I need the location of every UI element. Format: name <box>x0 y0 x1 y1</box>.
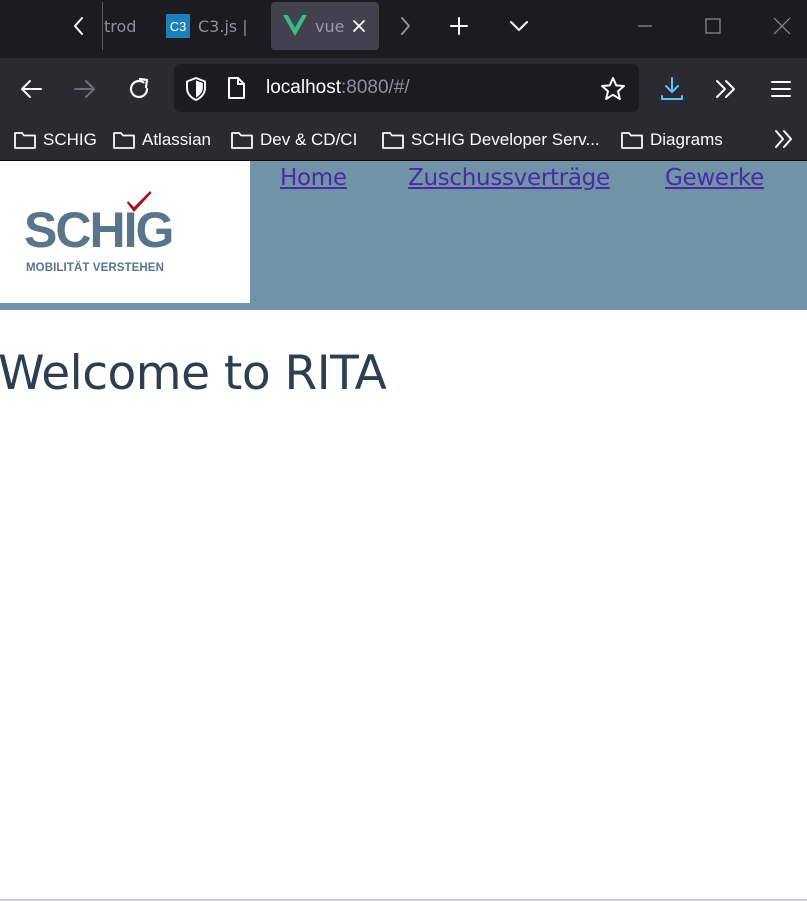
shield-icon[interactable] <box>184 76 208 106</box>
bookmark-label: Diagrams <box>650 130 723 149</box>
maximize-window-button[interactable] <box>692 4 734 48</box>
more-bookmarks-button[interactable] <box>772 128 796 154</box>
nav-link-gewerke[interactable]: Gewerke <box>665 165 764 191</box>
minimize-window-button[interactable] <box>624 4 666 48</box>
bookmark-folder-diagrams[interactable]: Diagrams <box>620 120 723 160</box>
tab-label: C3.js | <box>198 16 248 36</box>
folder-icon <box>231 132 253 149</box>
new-tab-button[interactable] <box>438 4 480 48</box>
plus-icon <box>450 17 468 35</box>
logo-tagline: MOBILITÄT VERSTEHEN <box>26 262 164 274</box>
page-icon[interactable] <box>226 76 246 104</box>
schig-logo[interactable]: SCHIG MOBILITÄT VERSTEHEN <box>0 161 250 303</box>
more-tools-button[interactable] <box>705 68 747 110</box>
maximize-icon <box>705 18 721 34</box>
double-chevron-right-icon <box>775 130 792 148</box>
chevron-right-icon <box>401 17 410 35</box>
bookmark-star-icon[interactable] <box>600 76 626 106</box>
bookmark-folder-atlassian[interactable]: Atlassian <box>112 120 211 160</box>
folder-icon <box>382 132 404 149</box>
page-title: Welcome to RITA <box>0 346 387 401</box>
bookmark-label: Atlassian <box>142 130 211 149</box>
url-host: localhost <box>266 77 341 98</box>
site-header: SCHIG MOBILITÄT VERSTEHEN Home Zuschussv… <box>0 161 807 310</box>
hamburger-menu-icon <box>771 81 791 97</box>
folder-icon <box>14 132 36 149</box>
scroll-tabs-right-button[interactable] <box>384 4 426 48</box>
bookmarks-toolbar: SCHIG Atlassian Dev & CD/CI SCHIG Develo… <box>0 120 807 160</box>
minimize-icon <box>638 25 652 27</box>
chevron-left-icon <box>74 17 83 35</box>
close-tab-icon[interactable] <box>347 14 371 38</box>
url-path: :8080/#/ <box>341 77 410 98</box>
close-window-button[interactable] <box>761 4 803 48</box>
arrow-left-icon <box>21 80 42 98</box>
folder-icon <box>621 132 643 149</box>
arrow-right-icon <box>74 80 95 98</box>
address-bar[interactable]: localhost:8080/#/ <box>174 64 639 112</box>
bookmark-folder-schig[interactable]: SCHIG <box>13 120 97 160</box>
navigation-toolbar: localhost:8080/#/ <box>0 58 807 120</box>
reload-icon <box>129 77 149 99</box>
scroll-tabs-left-button[interactable] <box>58 4 100 48</box>
bookmark-folder-developer-services[interactable]: SCHIG Developer Serv... <box>381 120 600 160</box>
bookmark-folder-dev[interactable]: Dev & CD/CI <box>230 120 357 160</box>
app-menu-button[interactable] <box>760 68 802 110</box>
tab-strip: trod C3 C3.js | vue <box>0 0 807 58</box>
bookmark-label: SCHIG Developer Serv... <box>411 130 600 149</box>
downloads-button[interactable] <box>651 68 693 110</box>
bookmark-label: Dev & CD/CI <box>260 130 358 149</box>
folder-icon <box>113 132 135 149</box>
chevron-down-icon <box>510 21 528 31</box>
tab-c3js[interactable]: C3 C3.js | <box>166 2 254 50</box>
tab-label: vue <box>315 16 345 36</box>
bookmark-label: SCHIG <box>43 130 97 149</box>
vue-logo-icon <box>283 15 307 37</box>
tab-partial[interactable]: trod <box>102 2 140 50</box>
logo-brand-text: SCHIG <box>24 202 174 258</box>
double-chevron-right-icon <box>716 80 735 98</box>
reload-button[interactable] <box>118 68 160 110</box>
url-text[interactable]: localhost:8080/#/ <box>266 77 410 99</box>
nav-link-zuschussvertraege[interactable]: Zuschussverträge <box>408 165 610 191</box>
list-all-tabs-button[interactable] <box>498 4 540 48</box>
nav-link-home[interactable]: Home <box>280 165 347 191</box>
download-icon <box>661 77 683 100</box>
forward-button[interactable] <box>64 68 106 110</box>
c3-favicon-icon: C3 <box>166 14 190 38</box>
back-button[interactable] <box>10 68 52 110</box>
tab-label: trod <box>104 16 137 36</box>
close-icon <box>773 17 791 35</box>
tab-vue[interactable]: vue <box>271 2 379 50</box>
